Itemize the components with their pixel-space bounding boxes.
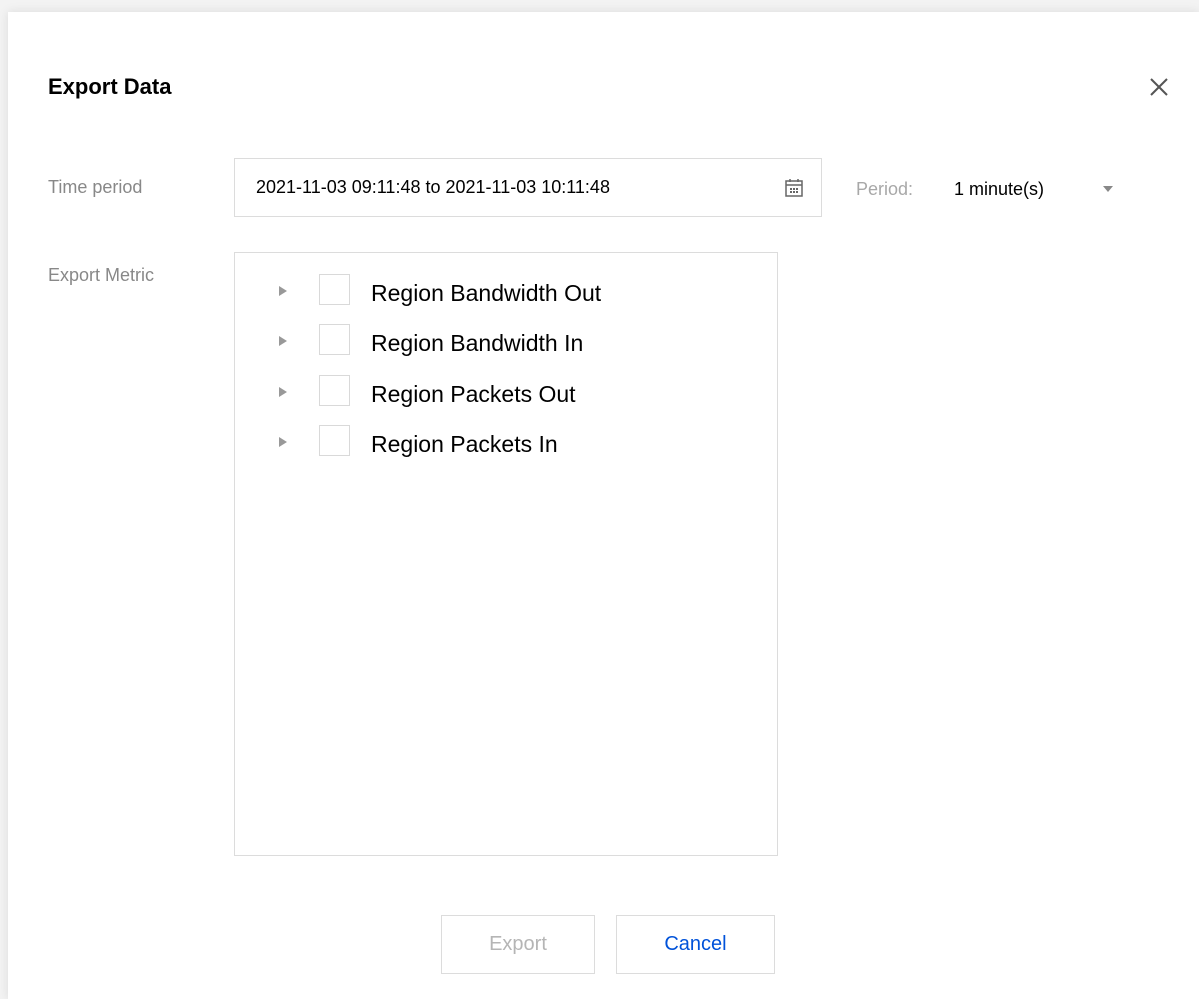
close-icon xyxy=(1150,78,1168,96)
export-data-dialog: Export Data Time period 2021-11-03 09:11… xyxy=(8,12,1199,999)
period-label: Period: xyxy=(856,179,914,199)
tree-item-checkbox[interactable] xyxy=(319,274,350,305)
tree-item-region-bandwidth-in[interactable]: Region Bandwidth In xyxy=(235,319,775,363)
tree-item-checkbox[interactable] xyxy=(319,375,350,406)
expand-arrow-icon[interactable] xyxy=(278,386,288,398)
time-period-value: 2021-11-03 09:11:48 to 2021-11-03 10:11:… xyxy=(256,177,610,197)
time-period-label: Time period xyxy=(48,177,143,197)
tree-item-region-packets-in[interactable]: Region Packets In xyxy=(235,420,775,464)
tree-item-region-bandwidth-out[interactable]: Region Bandwidth Out xyxy=(235,269,775,313)
expand-arrow-icon[interactable] xyxy=(278,335,288,347)
tree-item-region-packets-out[interactable]: Region Packets Out xyxy=(235,370,775,414)
close-button[interactable] xyxy=(1145,73,1173,101)
export-button[interactable]: Export xyxy=(441,915,595,974)
dialog-title: Export Data xyxy=(48,74,172,99)
tree-item-label[interactable]: Region Bandwidth In xyxy=(371,330,583,357)
export-metric-label: Export Metric xyxy=(48,265,155,285)
expand-arrow-icon[interactable] xyxy=(278,436,288,448)
caret-down-icon xyxy=(1103,186,1113,192)
period-selected-value: 1 minute(s) xyxy=(954,179,1045,199)
tree-item-label[interactable]: Region Packets Out xyxy=(371,381,576,408)
expand-arrow-icon[interactable] xyxy=(278,285,288,297)
calendar-icon[interactable] xyxy=(784,178,804,198)
cancel-button[interactable]: Cancel xyxy=(616,915,775,974)
tree-item-checkbox[interactable] xyxy=(319,425,350,456)
period-select[interactable]: 1 minute(s) xyxy=(940,170,1130,206)
tree-item-label[interactable]: Region Bandwidth Out xyxy=(371,280,601,307)
tree-item-label[interactable]: Region Packets In xyxy=(371,431,558,458)
tree-item-checkbox[interactable] xyxy=(319,324,350,355)
time-period-picker[interactable]: 2021-11-03 09:11:48 to 2021-11-03 10:11:… xyxy=(234,158,822,217)
metric-tree: Region Bandwidth Out Region Bandwidth In… xyxy=(234,252,778,856)
